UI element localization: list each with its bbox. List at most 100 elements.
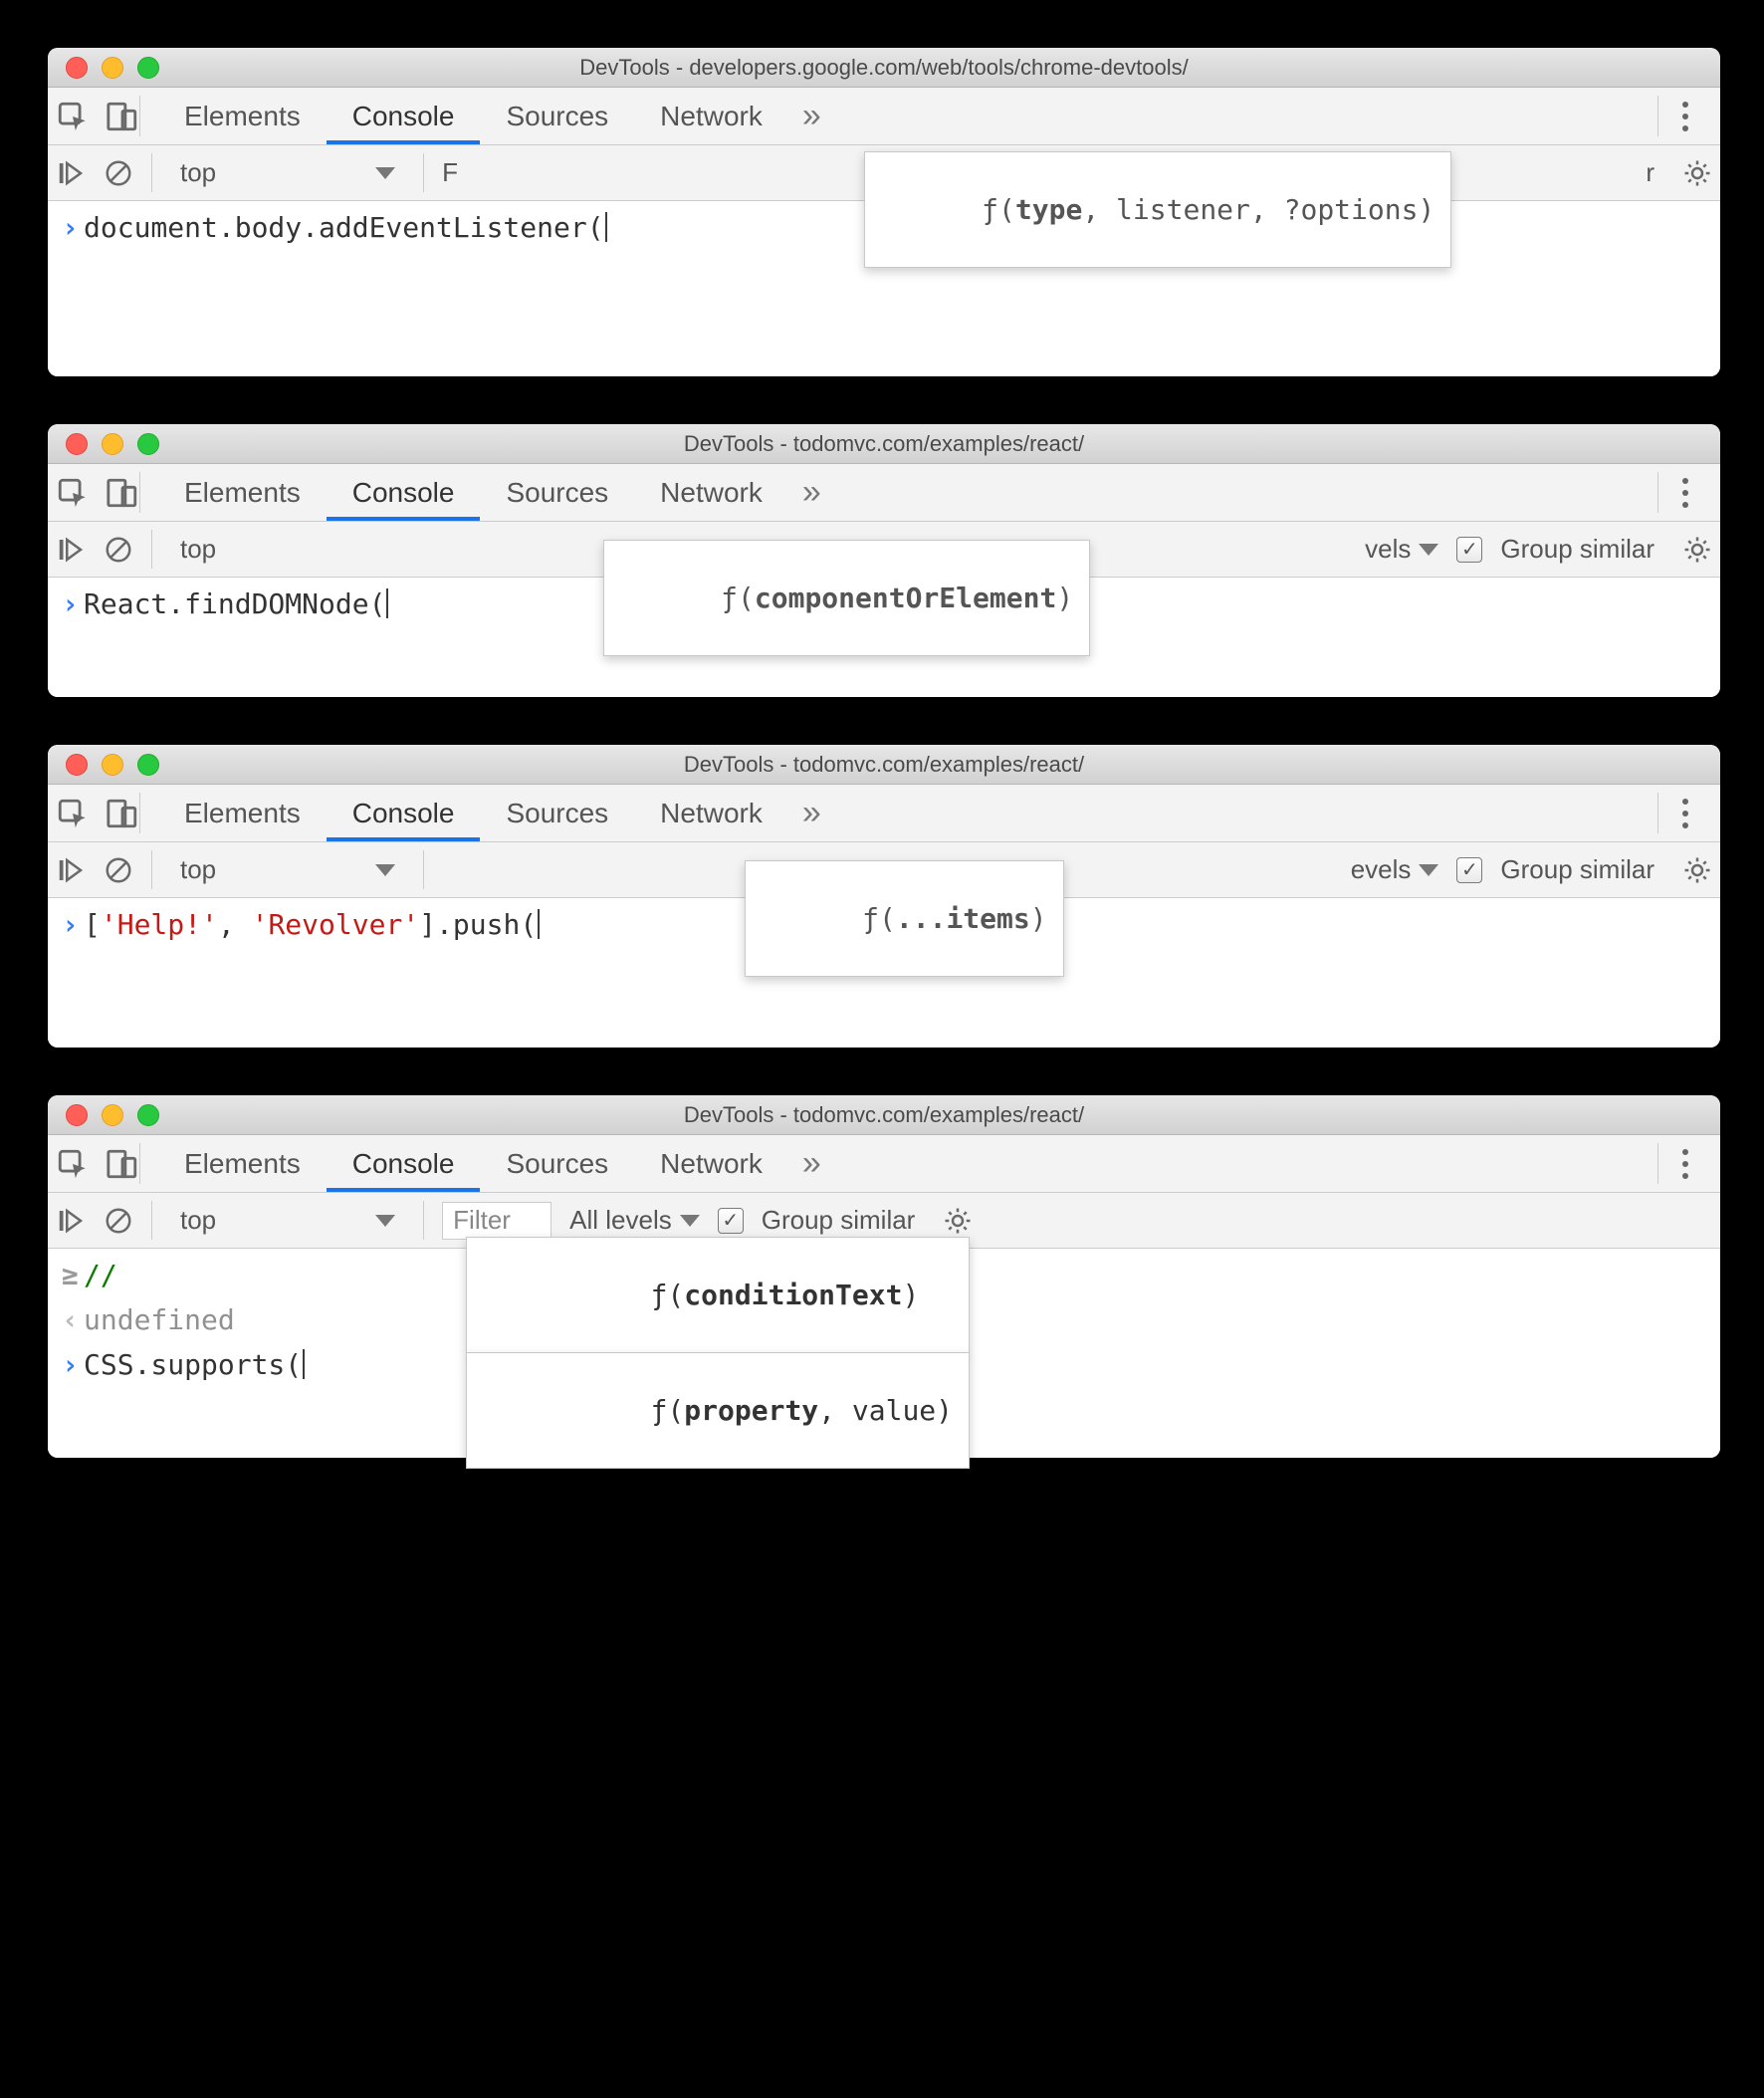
inspect-icon[interactable] [56, 100, 90, 133]
group-similar-partial: r [1646, 157, 1654, 188]
more-tabs-icon[interactable]: » [788, 88, 835, 144]
clear-console-icon[interactable] [104, 158, 133, 188]
tab-network[interactable]: Network [634, 1135, 788, 1192]
tab-elements[interactable]: Elements [158, 464, 327, 521]
kebab-menu-icon[interactable] [1682, 811, 1688, 816]
device-toolbar-icon[interactable] [106, 476, 139, 510]
chevron-down-icon [1419, 544, 1438, 556]
chevron-down-icon [1419, 864, 1438, 876]
group-similar-label: Group similar [1500, 854, 1654, 885]
kebab-menu-icon[interactable] [1682, 490, 1688, 496]
inspect-icon[interactable] [56, 1147, 90, 1181]
group-similar-checkbox[interactable]: ✓ [1456, 537, 1482, 563]
execution-context-select[interactable]: top [170, 530, 226, 569]
window-titlebar[interactable]: DevTools - developers.google.com/web/too… [48, 48, 1720, 88]
levels-label: All levels [569, 1205, 672, 1236]
minimize-icon[interactable] [102, 57, 123, 79]
tab-elements[interactable]: Elements [158, 785, 327, 841]
minimize-icon[interactable] [102, 754, 123, 776]
window-titlebar[interactable]: DevTools - todomvc.com/examples/react/ [48, 424, 1720, 464]
settings-gear-icon[interactable] [1682, 535, 1712, 565]
console-code[interactable]: document.body.addEventListener( [84, 211, 607, 244]
group-similar-checkbox[interactable]: ✓ [1456, 857, 1482, 883]
tab-network[interactable]: Network [634, 464, 788, 521]
devtools-window: DevTools - todomvc.com/examples/react/ E… [48, 424, 1720, 697]
settings-gear-icon[interactable] [1682, 855, 1712, 885]
chevron-down-icon [375, 864, 395, 876]
minimize-icon[interactable] [102, 1104, 123, 1126]
tab-console[interactable]: Console [327, 464, 481, 521]
kebab-menu-icon[interactable] [1682, 1161, 1688, 1167]
clear-console-icon[interactable] [104, 535, 133, 565]
settings-gear-icon[interactable] [1682, 158, 1712, 188]
close-icon[interactable] [66, 1104, 88, 1126]
device-toolbar-icon[interactable] [106, 100, 139, 133]
tab-network[interactable]: Network [634, 88, 788, 144]
close-icon[interactable] [66, 57, 88, 79]
inspect-icon[interactable] [56, 797, 90, 830]
log-levels-select[interactable]: All levels [569, 1205, 700, 1236]
console-code[interactable]: CSS.supports( [84, 1348, 305, 1381]
console-output-text: undefined [84, 1303, 235, 1336]
more-tabs-icon[interactable]: » [788, 785, 835, 841]
clear-console-icon[interactable] [104, 1206, 133, 1236]
tab-sources[interactable]: Sources [480, 88, 634, 144]
devtools-toolbar: Elements Console Sources Network » [48, 464, 1720, 522]
devtools-window: DevTools - todomvc.com/examples/react/ E… [48, 745, 1720, 1048]
panel-tabs: Elements Console Sources Network » [158, 464, 835, 521]
window-titlebar[interactable]: DevTools - todomvc.com/examples/react/ [48, 1095, 1720, 1135]
output-icon: ‹ [62, 1303, 84, 1336]
tab-sources[interactable]: Sources [480, 464, 634, 521]
sidebar-toggle-icon[interactable] [56, 855, 86, 885]
sidebar-toggle-icon[interactable] [56, 1206, 86, 1236]
window-titlebar[interactable]: DevTools - todomvc.com/examples/react/ [48, 745, 1720, 785]
context-label: top [180, 854, 216, 885]
tab-sources[interactable]: Sources [480, 1135, 634, 1192]
more-tabs-icon[interactable]: » [788, 1135, 835, 1192]
tab-console[interactable]: Console [327, 785, 481, 841]
execution-context-select[interactable]: top [170, 1201, 405, 1240]
tab-elements[interactable]: Elements [158, 88, 327, 144]
console-toolbar: top F r ƒ(type, listener, ?options) [48, 145, 1720, 201]
log-levels-select[interactable]: evels [1351, 854, 1439, 885]
settings-gear-icon[interactable] [943, 1206, 973, 1236]
console-history-text: // [84, 1259, 117, 1291]
zoom-icon[interactable] [137, 1104, 159, 1126]
clear-console-icon[interactable] [104, 855, 133, 885]
more-tabs-icon[interactable]: » [788, 464, 835, 521]
execution-context-select[interactable]: top [170, 850, 405, 889]
sidebar-toggle-icon[interactable] [56, 158, 86, 188]
tab-console[interactable]: Console [327, 1135, 481, 1192]
window-title: DevTools - developers.google.com/web/too… [48, 55, 1720, 81]
devtools-toolbar: Elements Console Sources Network » [48, 785, 1720, 842]
tab-sources[interactable]: Sources [480, 785, 634, 841]
console-toolbar: top vels ✓ Group similar ƒ(componentOrEl… [48, 522, 1720, 578]
console-code[interactable]: React.findDOMNode( [84, 587, 388, 620]
filter-placeholder-peek: F [442, 157, 458, 188]
zoom-icon[interactable] [137, 57, 159, 79]
close-icon[interactable] [66, 754, 88, 776]
tab-network[interactable]: Network [634, 785, 788, 841]
filter-input[interactable]: Filter [442, 1202, 551, 1240]
execution-context-select[interactable]: top [170, 153, 405, 192]
inspect-icon[interactable] [56, 476, 90, 510]
prompt-icon: › [62, 908, 84, 941]
context-label: top [180, 1205, 216, 1236]
minimize-icon[interactable] [102, 433, 123, 455]
tab-console[interactable]: Console [327, 88, 481, 144]
log-levels-select[interactable]: vels [1365, 534, 1438, 565]
tab-elements[interactable]: Elements [158, 1135, 327, 1192]
group-similar-label: Group similar [762, 1205, 916, 1236]
traffic-lights [48, 754, 159, 776]
console-body[interactable]: ƒ(conditionText) ƒ(property, value) ≥ //… [48, 1249, 1720, 1458]
kebab-menu-icon[interactable] [1682, 114, 1688, 119]
device-toolbar-icon[interactable] [106, 1147, 139, 1181]
sidebar-toggle-icon[interactable] [56, 535, 86, 565]
zoom-icon[interactable] [137, 754, 159, 776]
close-icon[interactable] [66, 433, 88, 455]
group-similar-checkbox[interactable]: ✓ [718, 1208, 744, 1234]
zoom-icon[interactable] [137, 433, 159, 455]
console-code[interactable]: ['Help!', 'Revolver'].push( [84, 908, 540, 941]
devtools-toolbar: Elements Console Sources Network » [48, 88, 1720, 145]
device-toolbar-icon[interactable] [106, 797, 139, 830]
